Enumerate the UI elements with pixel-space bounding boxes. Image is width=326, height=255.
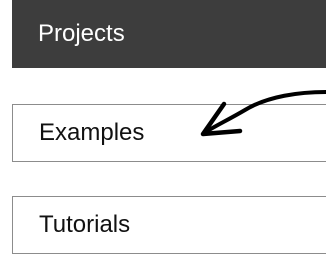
project-item-examples[interactable]: Examples xyxy=(12,104,326,162)
project-item-tutorials[interactable]: Tutorials xyxy=(12,196,326,254)
projects-header[interactable]: Projects xyxy=(12,0,326,68)
projects-header-label: Projects xyxy=(38,20,125,47)
project-item-label: Tutorials xyxy=(39,211,131,238)
project-item-label: Examples xyxy=(39,119,145,146)
